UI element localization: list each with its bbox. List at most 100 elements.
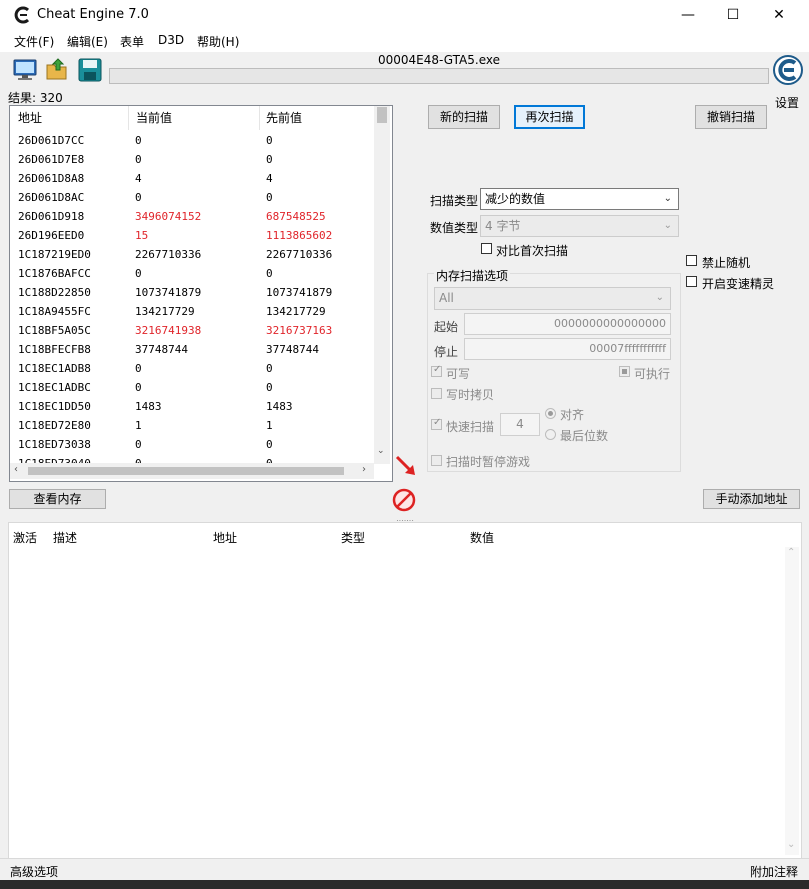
close-button[interactable]: ✕: [756, 0, 802, 30]
table-row[interactable]: 1C188D22850 1073741879 1073741879: [10, 284, 376, 303]
table-row[interactable]: 1C18ED73038 0 0: [10, 436, 376, 455]
cheat-table[interactable]: 激活 描述 地址 类型 数值 ⌃ ⌄: [8, 522, 802, 860]
row-current-value: 0: [135, 362, 142, 375]
view-memory-button[interactable]: 查看内存: [9, 489, 106, 509]
disable-random-label[interactable]: 禁止随机: [702, 254, 750, 271]
table-row[interactable]: 1C18EC1DD50 1483 1483: [10, 398, 376, 417]
open-file-button[interactable]: [44, 56, 72, 84]
table-row[interactable]: 1C18EC1ADBC 0 0: [10, 379, 376, 398]
column-header-description[interactable]: 描述: [53, 529, 77, 546]
table-comments-button[interactable]: 附加注释: [750, 863, 798, 880]
clear-list-button[interactable]: [392, 488, 416, 512]
compare-first-label[interactable]: 对比首次扫描: [496, 242, 568, 259]
settings-label[interactable]: 设置: [775, 94, 799, 111]
scroll-down-arrow-icon[interactable]: ⌄: [787, 839, 795, 850]
memory-region-select[interactable]: All ⌄: [434, 287, 671, 310]
fast-scan-alignment-input[interactable]: 4: [500, 413, 540, 436]
scrollbar-thumb[interactable]: [377, 107, 387, 123]
open-process-button[interactable]: [11, 56, 39, 84]
add-address-manually-button[interactable]: 手动添加地址: [703, 489, 800, 509]
row-address: 26D061D8A8: [18, 172, 85, 185]
settings-button[interactable]: [772, 54, 804, 88]
column-header-current-value[interactable]: 当前值: [129, 106, 260, 130]
executable-label[interactable]: 可执行: [634, 365, 670, 382]
menu-table[interactable]: 表单: [120, 33, 144, 50]
process-name: 00004E48-GTA5.exe: [377, 53, 500, 67]
scan-type-select[interactable]: 减少的数值 ⌄: [480, 188, 679, 210]
align-label[interactable]: 对齐: [560, 406, 584, 423]
fast-scan-checkbox[interactable]: ✓: [431, 417, 442, 430]
memory-region-value: All: [439, 291, 454, 305]
menu-edit[interactable]: 编辑(E): [67, 33, 108, 50]
minimize-button[interactable]: —: [665, 0, 711, 30]
table-row[interactable]: 1C1876BAFCC 0 0: [10, 265, 376, 284]
new-scan-button[interactable]: 新的扫描: [428, 105, 500, 129]
table-row[interactable]: 26D061D8AC 0 0: [10, 189, 376, 208]
chevron-down-icon: ⌄: [663, 193, 672, 204]
copy-on-write-checkbox[interactable]: [431, 388, 442, 399]
scroll-left-arrow-icon[interactable]: ‹: [14, 464, 18, 475]
row-previous-value: 0: [266, 153, 273, 166]
pause-game-label[interactable]: 扫描时暂停游戏: [446, 453, 530, 470]
table-row[interactable]: 1C18A9455FC 134217729 134217729: [10, 303, 376, 322]
pause-game-checkbox[interactable]: [431, 455, 442, 466]
table-row[interactable]: 26D196EED0 15 1113865602: [10, 227, 376, 246]
writable-label[interactable]: 可写: [446, 365, 470, 382]
align-radio[interactable]: [545, 408, 556, 419]
results-list[interactable]: 地址 当前值 先前值 26D061D7CC 0 0 26D061D7E8 0 0 26D06…: [9, 105, 393, 482]
writable-checkbox[interactable]: ✓: [431, 364, 442, 377]
menu-d3d[interactable]: D3D: [158, 33, 184, 47]
scroll-up-arrow-icon[interactable]: ⌃: [787, 547, 795, 558]
undo-scan-button[interactable]: 撤销扫描: [695, 105, 767, 129]
table-row[interactable]: 26D061D918 3496074152 687548525: [10, 208, 376, 227]
scroll-right-arrow-icon[interactable]: ›: [362, 464, 366, 475]
add-to-list-button[interactable]: [393, 453, 419, 479]
column-header-previous-value[interactable]: 先前值: [260, 106, 376, 130]
table-row[interactable]: 26D061D8A8 4 4: [10, 170, 376, 189]
table-row[interactable]: 1C18BF5A05C 3216741938 3216737163: [10, 322, 376, 341]
fast-scan-label[interactable]: 快速扫描: [446, 418, 494, 435]
column-header-address[interactable]: 地址: [213, 529, 237, 546]
table-row[interactable]: 1C187219ED0 2267710336 2267710336: [10, 246, 376, 265]
folder-open-icon: [46, 58, 67, 80]
executable-checkbox[interactable]: [619, 366, 630, 377]
advanced-options-button[interactable]: 高级选项: [10, 863, 58, 880]
scroll-down-arrow-icon[interactable]: ⌄: [377, 446, 385, 456]
row-current-value: 0: [135, 134, 142, 147]
splitter-handle[interactable]: .......: [390, 515, 420, 523]
value-type-select[interactable]: 4 字节 ⌄: [480, 215, 679, 237]
speedhack-label[interactable]: 开启变速精灵: [702, 275, 774, 292]
row-address: 1C18ED72E80: [18, 419, 91, 432]
scan-type-value: 减少的数值: [485, 192, 546, 206]
table-row[interactable]: 26D061D7CC 0 0: [10, 132, 376, 151]
speedhack-checkbox[interactable]: [686, 276, 697, 287]
table-row[interactable]: 1C18EC1ADB8 0 0: [10, 360, 376, 379]
table-row[interactable]: 26D061D7E8 0 0: [10, 151, 376, 170]
results-vertical-scrollbar[interactable]: ⌄: [374, 106, 390, 464]
menu-file[interactable]: 文件(F): [14, 33, 54, 50]
maximize-button[interactable]: ☐: [710, 0, 756, 30]
results-horizontal-scrollbar[interactable]: ‹ ›: [10, 463, 374, 479]
cheat-table-scrollbar[interactable]: ⌃ ⌄: [785, 547, 799, 855]
row-current-value: 0: [135, 191, 142, 204]
start-address-input[interactable]: 0000000000000000: [464, 313, 671, 335]
scrollbar-thumb[interactable]: [28, 467, 344, 475]
stop-address-input[interactable]: 00007fffffffffff: [464, 338, 671, 360]
menu-help[interactable]: 帮助(H): [197, 33, 239, 50]
last-digits-radio[interactable]: [545, 429, 556, 440]
results-count: 结果: 320: [8, 91, 63, 105]
save-button[interactable]: [76, 56, 104, 84]
table-row[interactable]: 1C18BFECFB8 37748744 37748744: [10, 341, 376, 360]
column-header-type[interactable]: 类型: [341, 529, 365, 546]
copy-on-write-label[interactable]: 写时拷贝: [446, 386, 494, 403]
check-mark-icon: ✓: [433, 417, 442, 428]
column-header-address[interactable]: 地址: [10, 106, 129, 130]
disable-random-checkbox[interactable]: [686, 255, 697, 266]
column-header-active[interactable]: 激活: [13, 529, 37, 546]
column-header-value[interactable]: 数值: [470, 529, 494, 546]
last-digits-label[interactable]: 最后位数: [560, 427, 608, 444]
next-scan-button[interactable]: 再次扫描: [514, 105, 585, 129]
compare-first-checkbox[interactable]: [481, 243, 492, 254]
row-address: 1C18EC1DD50: [18, 400, 91, 413]
table-row[interactable]: 1C18ED72E80 1 1: [10, 417, 376, 436]
